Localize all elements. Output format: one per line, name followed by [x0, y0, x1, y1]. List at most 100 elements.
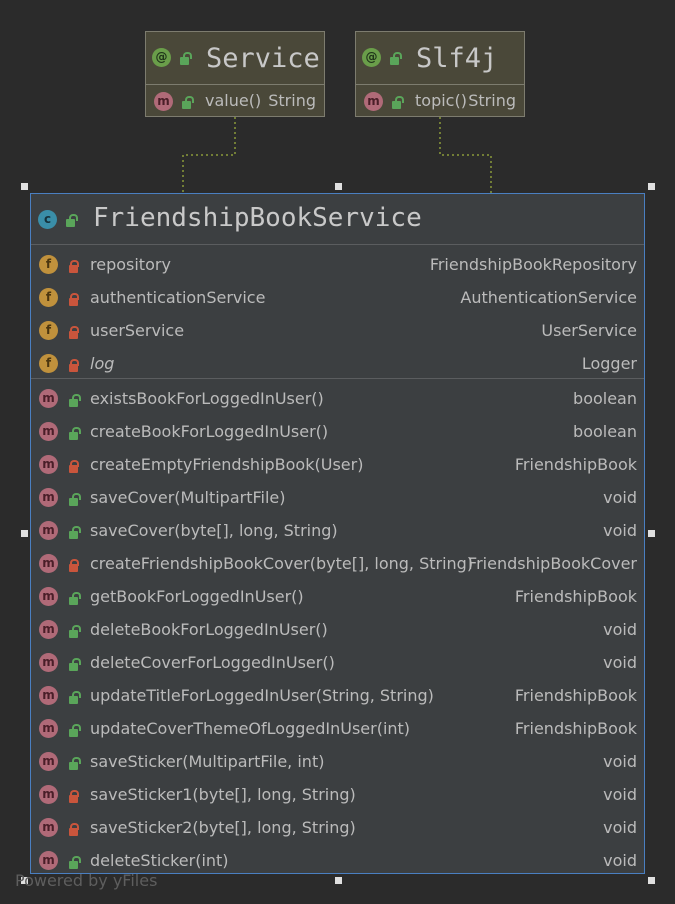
class-icon: c	[38, 210, 57, 229]
method-row[interactable]: m createBookForLoggedInUser() boolean	[31, 415, 644, 448]
annotation-member-row[interactable]: m topic() String	[356, 85, 524, 117]
method-row[interactable]: m deleteBookForLoggedInUser() void	[31, 613, 644, 646]
member-name: createEmptyFriendshipBook(User)	[90, 455, 364, 474]
method-row[interactable]: m createFriendshipBookCover(byte[], long,…	[31, 547, 644, 580]
method-icon: m	[39, 554, 58, 573]
member-name: authenticationService	[90, 288, 266, 307]
member-type: void	[603, 851, 637, 870]
method-icon: m	[39, 818, 58, 837]
member-type: void	[603, 818, 637, 837]
public-lock-icon	[69, 526, 81, 539]
public-lock-icon	[69, 427, 81, 440]
member-name: userService	[90, 321, 185, 340]
member-type: Logger	[581, 354, 637, 373]
method-icon: m	[39, 620, 58, 639]
section-divider	[31, 378, 644, 379]
member-type: FriendshipBook	[514, 719, 637, 738]
selection-handle[interactable]	[21, 530, 28, 537]
public-lock-icon	[69, 691, 81, 704]
public-lock-icon	[392, 96, 404, 109]
service-annotation-header: @ Service	[146, 32, 324, 85]
member-name: deleteCoverForLoggedInUser()	[90, 653, 335, 672]
member-name: value()	[205, 91, 262, 110]
member-type: UserService	[541, 321, 637, 340]
public-lock-icon	[69, 658, 81, 671]
member-name: createFriendshipBookCover(byte[], long, …	[90, 554, 474, 573]
private-lock-icon	[69, 326, 79, 339]
method-row[interactable]: m saveCover(MultipartFile) void	[31, 481, 644, 514]
method-icon: m	[39, 653, 58, 672]
method-row[interactable]: m saveSticker2(byte[], long, String) void	[31, 811, 644, 844]
selection-handle[interactable]	[648, 183, 655, 190]
method-row[interactable]: m existsBookForLoggedInUser() boolean	[31, 382, 644, 415]
public-lock-icon	[69, 625, 81, 638]
method-row[interactable]: m getBookForLoggedInUser() FriendshipBook	[31, 580, 644, 613]
member-type: void	[603, 521, 637, 540]
field-icon: f	[39, 321, 58, 340]
static-field-icon: f	[39, 354, 58, 373]
field-icon: f	[39, 255, 58, 274]
method-icon: m	[39, 851, 58, 870]
member-type: FriendshipBookRepository	[429, 255, 637, 274]
slf4j-annotation-header: @ Slf4j	[356, 32, 524, 85]
member-type: AuthenticationService	[460, 288, 637, 307]
method-icon: m	[39, 719, 58, 738]
slf4j-connector	[439, 117, 492, 193]
member-name: updateTitleForLoggedInUser(String, Strin…	[90, 686, 434, 705]
selection-handle[interactable]	[648, 530, 655, 537]
private-lock-icon	[69, 260, 79, 273]
public-lock-icon	[66, 214, 78, 227]
method-row[interactable]: m saveSticker1(byte[], long, String) void	[31, 778, 644, 811]
public-lock-icon	[69, 856, 81, 869]
service-connector	[182, 117, 236, 193]
member-name: deleteSticker(int)	[90, 851, 229, 870]
member-type: boolean	[573, 422, 637, 441]
member-name: existsBookForLoggedInUser()	[90, 389, 324, 408]
public-lock-icon	[69, 394, 81, 407]
selection-handle[interactable]	[21, 183, 28, 190]
slf4j-annotation-node[interactable]: @ Slf4j m topic() String	[355, 31, 525, 117]
method-icon: m	[39, 587, 58, 606]
member-name: repository	[90, 255, 171, 274]
member-type: void	[603, 620, 637, 639]
method-icon: m	[39, 521, 58, 540]
member-name: topic()	[415, 91, 467, 110]
watermark: Powered by yFiles	[15, 871, 158, 890]
public-lock-icon	[69, 493, 81, 506]
member-name: saveSticker2(byte[], long, String)	[90, 818, 356, 837]
member-type: FriendshipBook	[514, 686, 637, 705]
friendship-book-service-class-node[interactable]: c FriendshipBookService f repository Frien…	[30, 193, 645, 874]
method-row[interactable]: m deleteCoverForLoggedInUser() void	[31, 646, 644, 679]
private-lock-icon	[69, 823, 79, 836]
method-row[interactable]: m saveSticker(MultipartFile, int) void	[31, 745, 644, 778]
selection-handle[interactable]	[648, 877, 655, 884]
method-row[interactable]: m createEmptyFriendshipBook(User) Friendsh…	[31, 448, 644, 481]
selection-handle[interactable]	[335, 877, 342, 884]
class-title: FriendshipBookService	[93, 203, 422, 233]
public-lock-icon	[180, 52, 192, 65]
method-row[interactable]: m updateCoverThemeOfLoggedInUser(int) Frie…	[31, 712, 644, 745]
member-type: FriendshipBook	[514, 587, 637, 606]
method-row[interactable]: m updateTitleForLoggedInUser(String, Stri…	[31, 679, 644, 712]
field-row[interactable]: f repository FriendshipBookRepository	[31, 248, 644, 281]
member-name: updateCoverThemeOfLoggedInUser(int)	[90, 719, 411, 738]
method-icon: m	[154, 92, 173, 111]
service-annotation-node[interactable]: @ Service m value() String	[145, 31, 325, 117]
selection-handle[interactable]	[335, 183, 342, 190]
member-type: String	[268, 91, 316, 110]
field-row[interactable]: f userService UserService	[31, 314, 644, 347]
field-row[interactable]: f log Logger	[31, 347, 644, 380]
annotation-title: Slf4j	[416, 43, 498, 74]
member-type: FriendshipBook	[514, 455, 637, 474]
method-icon: m	[39, 752, 58, 771]
method-icon: m	[39, 686, 58, 705]
member-name: createBookForLoggedInUser()	[90, 422, 329, 441]
annotation-member-row[interactable]: m value() String	[146, 85, 324, 117]
member-name: saveSticker(MultipartFile, int)	[90, 752, 325, 771]
field-row[interactable]: f authenticationService AuthenticationServ…	[31, 281, 644, 314]
method-icon: m	[364, 92, 383, 111]
method-icon: m	[39, 389, 58, 408]
method-icon: m	[39, 785, 58, 804]
member-name: getBookForLoggedInUser()	[90, 587, 304, 606]
method-row[interactable]: m saveCover(byte[], long, String) void	[31, 514, 644, 547]
